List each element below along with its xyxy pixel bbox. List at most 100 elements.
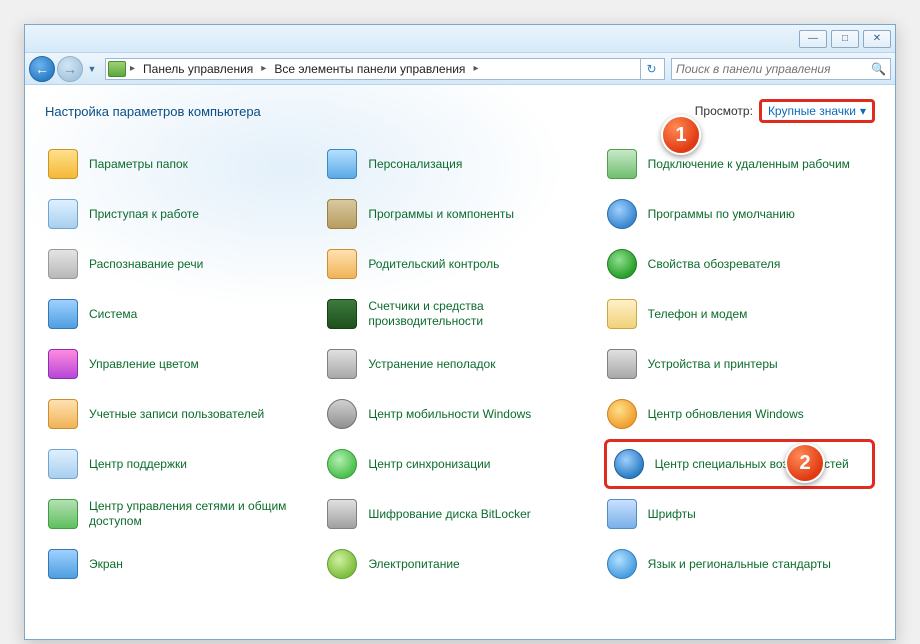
cpl-item-internet-options[interactable]: Свойства обозревателя: [604, 239, 875, 289]
close-button[interactable]: ✕: [863, 30, 891, 48]
network-sharing-icon: [47, 498, 79, 530]
maximize-button[interactable]: □: [831, 30, 859, 48]
cpl-item-display[interactable]: Экран: [45, 539, 316, 589]
cpl-item-label: Персонализация: [368, 157, 462, 172]
cpl-item-label: Шифрование диска BitLocker: [368, 507, 530, 522]
phone-modem-icon: [606, 298, 638, 330]
cpl-item-default-programs[interactable]: Программы по умолчанию: [604, 189, 875, 239]
items-grid: Параметры папок Персонализация Подключение…: [45, 139, 875, 589]
system-icon: [47, 298, 79, 330]
view-selector: Просмотр: Крупные значки ▾: [695, 99, 875, 123]
cpl-item-user-accounts[interactable]: Учетные записи пользователей: [45, 389, 316, 439]
refresh-button[interactable]: ↻: [640, 58, 662, 80]
cpl-item-system[interactable]: Система: [45, 289, 316, 339]
navbar: ← → ▼ ▸ Панель управления ▸ Все элементы…: [25, 53, 895, 85]
cpl-item-personalization[interactable]: Персонализация: [324, 139, 595, 189]
chevron-down-icon: ▾: [860, 104, 866, 118]
search-input[interactable]: [676, 62, 871, 76]
search-box[interactable]: 🔍: [671, 58, 891, 80]
default-programs-icon: [606, 198, 638, 230]
mobility-center-icon: [326, 398, 358, 430]
search-icon[interactable]: 🔍: [871, 62, 886, 76]
cpl-item-devices-printers[interactable]: Устройства и принтеры: [604, 339, 875, 389]
cpl-item-label: Центр обновления Windows: [648, 407, 804, 422]
cpl-item-region-language[interactable]: Язык и региональные стандарты: [604, 539, 875, 589]
cpl-item-label: Распознавание речи: [89, 257, 203, 272]
crumb-arrow-icon: ▸: [471, 63, 480, 74]
bitlocker-icon: [326, 498, 358, 530]
crumb-arrow-icon: ▸: [259, 63, 268, 74]
personalization-icon: [326, 148, 358, 180]
internet-options-icon: [606, 248, 638, 280]
cpl-item-label: Приступая к работе: [89, 207, 199, 222]
view-label: Просмотр:: [695, 104, 753, 118]
performance-tools-icon: [326, 298, 358, 330]
control-panel-window: — □ ✕ ← → ▼ ▸ Панель управления ▸ Все эл…: [24, 24, 896, 640]
cpl-item-folder-options[interactable]: Параметры папок: [45, 139, 316, 189]
cpl-item-speech-recognition[interactable]: Распознавание речи: [45, 239, 316, 289]
sync-center-icon: [326, 448, 358, 480]
programs-features-icon: [326, 198, 358, 230]
ease-of-access-icon: [613, 448, 645, 480]
cpl-item-troubleshooting[interactable]: Устранение неполадок: [324, 339, 595, 389]
cpl-item-label: Центр синхронизации: [368, 457, 490, 472]
cpl-item-color-management[interactable]: Управление цветом: [45, 339, 316, 389]
forward-button[interactable]: →: [57, 56, 83, 82]
content-area: Настройка параметров компьютера Просмотр…: [25, 85, 895, 639]
cpl-item-label: Счетчики и средства производительности: [368, 299, 593, 329]
cpl-item-label: Параметры папок: [89, 157, 188, 172]
windows-update-icon: [606, 398, 638, 430]
annotation-badge-2: 2: [785, 443, 825, 483]
cpl-item-label: Устранение неполадок: [368, 357, 495, 372]
cpl-item-label: Экран: [89, 557, 123, 572]
cpl-item-ease-of-access[interactable]: Центр специальных возможностей: [604, 439, 875, 489]
cpl-item-label: Центр поддержки: [89, 457, 187, 472]
cpl-item-phone-modem[interactable]: Телефон и модем: [604, 289, 875, 339]
getting-started-icon: [47, 198, 79, 230]
power-options-icon: [326, 548, 358, 580]
cpl-item-mobility-center[interactable]: Центр мобильности Windows: [324, 389, 595, 439]
cpl-item-remote-desktop[interactable]: Подключение к удаленным рабочим: [604, 139, 875, 189]
cpl-item-power-options[interactable]: Электропитание: [324, 539, 595, 589]
content-header: Настройка параметров компьютера Просмотр…: [45, 99, 875, 123]
cpl-item-bitlocker[interactable]: Шифрование диска BitLocker: [324, 489, 595, 539]
breadcrumb-current[interactable]: Все элементы панели управления: [270, 62, 469, 76]
breadcrumb-root[interactable]: Панель управления: [139, 62, 257, 76]
parental-controls-icon: [326, 248, 358, 280]
cpl-item-label: Программы по умолчанию: [648, 207, 795, 222]
cpl-item-action-center[interactable]: Центр поддержки: [45, 439, 316, 489]
cpl-item-label: Система: [89, 307, 137, 322]
view-value: Крупные значки: [768, 104, 856, 118]
view-dropdown[interactable]: Крупные значки ▾: [759, 99, 875, 123]
folder-options-icon: [47, 148, 79, 180]
cpl-item-label: Учетные записи пользователей: [89, 407, 264, 422]
cpl-item-label: Центр управления сетями и общим доступом: [89, 499, 314, 529]
cpl-item-label: Центр мобильности Windows: [368, 407, 531, 422]
cpl-item-windows-update[interactable]: Центр обновления Windows: [604, 389, 875, 439]
cpl-item-label: Свойства обозревателя: [648, 257, 781, 272]
fonts-icon: [606, 498, 638, 530]
annotation-badge-1: 1: [661, 115, 701, 155]
back-button[interactable]: ←: [29, 56, 55, 82]
cpl-item-network-sharing[interactable]: Центр управления сетями и общим доступом: [45, 489, 316, 539]
address-bar[interactable]: ▸ Панель управления ▸ Все элементы панел…: [105, 58, 665, 80]
action-center-icon: [47, 448, 79, 480]
cpl-item-fonts[interactable]: Шрифты: [604, 489, 875, 539]
cpl-item-getting-started[interactable]: Приступая к работе: [45, 189, 316, 239]
page-title: Настройка параметров компьютера: [45, 104, 261, 119]
minimize-button[interactable]: —: [799, 30, 827, 48]
control-panel-icon: [108, 61, 126, 77]
cpl-item-performance-tools[interactable]: Счетчики и средства производительности: [324, 289, 595, 339]
devices-printers-icon: [606, 348, 638, 380]
speech-recognition-icon: [47, 248, 79, 280]
cpl-item-programs-features[interactable]: Программы и компоненты: [324, 189, 595, 239]
titlebar: — □ ✕: [25, 25, 895, 53]
cpl-item-label: Программы и компоненты: [368, 207, 514, 222]
cpl-item-sync-center[interactable]: Центр синхронизации: [324, 439, 595, 489]
remote-desktop-icon: [606, 148, 638, 180]
cpl-item-label: Язык и региональные стандарты: [648, 557, 831, 572]
history-dropdown[interactable]: ▼: [85, 60, 99, 78]
cpl-item-parental-controls[interactable]: Родительский контроль: [324, 239, 595, 289]
cpl-item-label: Шрифты: [648, 507, 696, 522]
cpl-item-label: Родительский контроль: [368, 257, 499, 272]
